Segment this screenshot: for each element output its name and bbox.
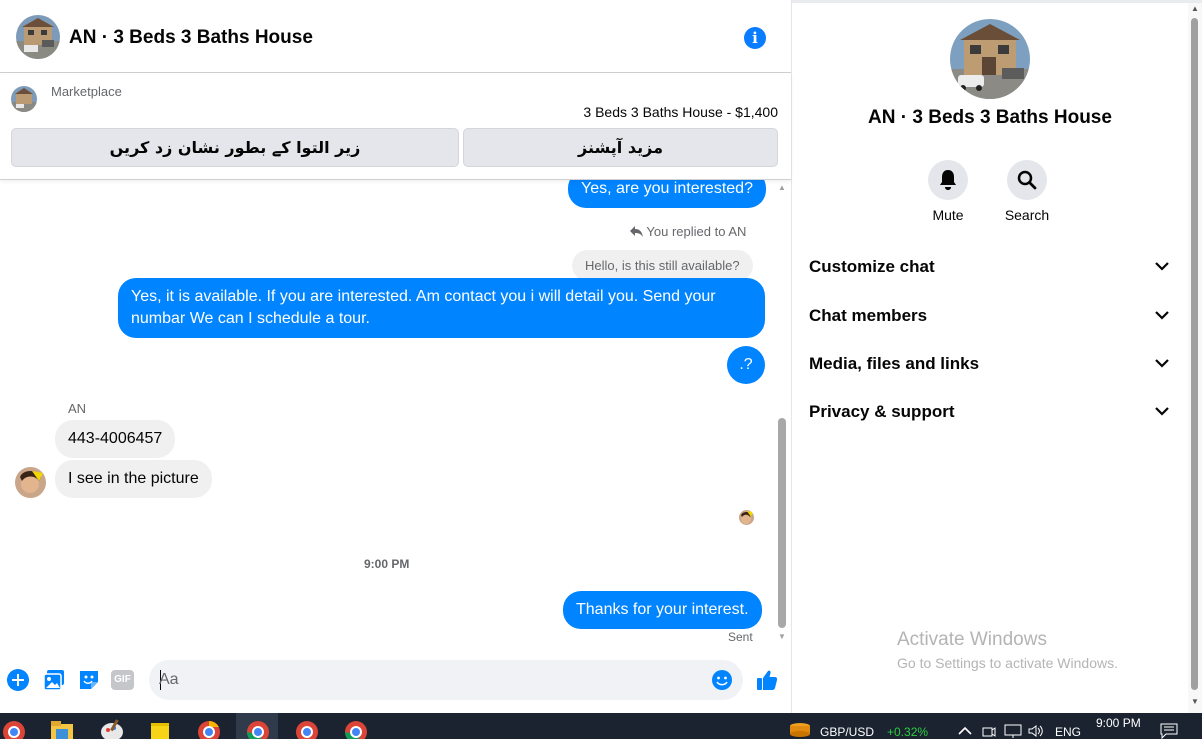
section-label: Media, files and links [809,354,980,373]
search-button[interactable] [1007,160,1047,200]
incoming-message-phone[interactable]: 443-4006457 [55,420,176,458]
mute-button[interactable] [928,160,968,200]
activation-watermark-subtitle: Go to Settings to activate Windows. [897,655,1118,671]
file-explorer-icon[interactable] [48,717,78,739]
details-avatar[interactable] [950,19,1030,99]
details-title: AN · 3 Beds 3 Baths House [868,107,1112,128]
message-input-box[interactable] [149,660,743,700]
input-language[interactable]: ENG [1055,725,1081,739]
outgoing-message-last[interactable]: Thanks for your interest. [563,591,762,629]
page-scroll-down-arrow[interactable]: ▼ [1188,697,1202,706]
time-separator: 9:00 PM [364,557,410,571]
chrome-window-icon[interactable] [292,717,322,739]
chat-header: AN · 3 Beds 3 Baths House i [0,3,791,73]
photo-icon[interactable] [42,668,66,692]
mute-label: Mute [932,207,964,223]
conversation-title: AN · 3 Beds 3 Baths House [69,27,313,48]
conversation-avatar[interactable] [16,15,60,59]
mute-action[interactable]: Mute [913,160,983,223]
listing-price-line[interactable]: 3 Beds 3 Baths House - $1,400 [583,104,778,120]
chat-pane: AN · 3 Beds 3 Baths House i Marketplace … [0,0,792,713]
page-scroll-up-arrow[interactable]: ▲ [1188,4,1202,13]
chat-members-section[interactable]: Chat members [809,296,1173,336]
reply-indicator: You replied to AN [630,224,746,239]
like-thumb-icon[interactable] [755,668,779,692]
chevron-down-icon [1155,262,1169,271]
message-status: Sent [728,630,753,644]
chevron-down-icon [1155,311,1169,320]
emoji-icon[interactable] [711,669,733,691]
paint-icon[interactable] [97,717,127,739]
notification-center-icon[interactable] [1160,723,1178,739]
chevron-down-icon [1155,407,1169,416]
quoted-message[interactable]: Hello, is this still available? [572,250,753,281]
bell-icon [940,170,956,190]
privacy-support-section[interactable]: Privacy & support [809,392,1173,432]
outgoing-message-partial[interactable]: Yes, are you interested? [568,180,766,208]
listing-thumbnail[interactable] [11,86,37,112]
windows-taskbar: GBP/USD +0.32% ENG 9:00 PM [0,713,1202,739]
reply-arrow-icon [630,226,643,237]
sender-name: AN [68,401,87,416]
activation-watermark-title: Activate Windows [897,629,1047,650]
chevron-down-icon [1155,359,1169,368]
incoming-message-picture[interactable]: I see in the picture [55,460,212,498]
scroll-down-arrow[interactable]: ▼ [776,632,788,642]
info-icon[interactable]: i [744,27,766,49]
network-icon[interactable] [1004,724,1022,738]
coins-icon[interactable] [788,721,812,737]
marketplace-listing-bar: Marketplace 3 Beds 3 Baths House - $1,40… [0,73,791,180]
gif-button[interactable]: GIF [111,670,134,690]
chrome-window-icon[interactable] [341,717,371,739]
ticker-pair[interactable]: GBP/USD [820,725,874,739]
reply-indicator-text: You replied to AN [646,224,747,239]
message-scrollbar[interactable] [778,418,786,628]
section-label: Customize chat [809,257,935,276]
search-label: Search [1004,207,1050,223]
chrome-active-window-icon[interactable] [243,717,273,739]
outgoing-message-long[interactable]: Yes, it is available. If you are interes… [118,278,765,338]
meet-now-icon[interactable] [982,724,996,738]
message-input[interactable] [159,668,699,692]
chrome-icon[interactable] [0,717,30,739]
listing-source-label: Marketplace [51,84,122,99]
composer-bar: GIF [0,650,791,713]
scroll-up-arrow[interactable]: ▲ [776,183,788,193]
outgoing-message-short[interactable]: .? [727,346,765,384]
section-label: Chat members [809,306,928,325]
chrome-profile-icon[interactable] [194,717,224,739]
customize-chat-section[interactable]: Customize chat [809,247,1173,287]
section-label: Privacy & support [809,402,955,421]
search-icon [1017,170,1037,190]
sticky-notes-icon[interactable] [146,717,176,739]
sender-avatar[interactable] [15,467,46,498]
details-pane: AN · 3 Beds 3 Baths House Mute Search Cu… [792,3,1188,713]
read-receipt-avatar [739,510,754,525]
message-list: Yes, are you interested? You replied to … [0,180,791,650]
ticker-change[interactable]: +0.32% [887,725,928,739]
clock-time[interactable]: 9:00 PM [1096,716,1141,730]
search-action[interactable]: Search [992,160,1062,223]
show-hidden-icons-chevron-icon[interactable] [958,726,972,735]
media-files-links-section[interactable]: Media, files and links [809,344,1173,384]
page-scrollbar-thumb[interactable] [1191,18,1198,690]
mark-as-pending-button[interactable]: زیر التوا کے بطور نشان زد کریں [11,128,459,167]
sticker-icon[interactable] [77,668,101,692]
more-options-button[interactable]: مزید آپشنز [463,128,778,167]
plus-icon[interactable] [6,668,30,692]
volume-icon[interactable] [1027,724,1045,738]
